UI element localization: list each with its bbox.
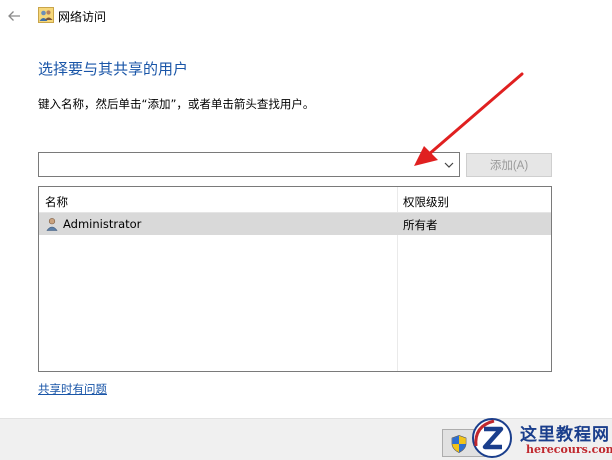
page-heading: 选择要与其共享的用户 bbox=[38, 60, 189, 78]
table-row[interactable]: Administrator 所有者 bbox=[39, 213, 551, 235]
add-button[interactable]: 添加(A) bbox=[466, 153, 552, 177]
table-header: 名称 权限级别 bbox=[39, 187, 551, 213]
column-header-permission[interactable]: 权限级别 bbox=[403, 194, 449, 210]
watermark: 这里教程网 herecours.com bbox=[468, 416, 612, 460]
dropdown-button[interactable] bbox=[439, 153, 459, 176]
shared-users-table[interactable]: 名称 权限级别 Administrator 所有者 bbox=[38, 186, 552, 372]
user-name-combobox[interactable] bbox=[38, 152, 460, 177]
user-icon bbox=[46, 218, 58, 231]
window-title: 网络访问 bbox=[58, 10, 107, 24]
user-name-input[interactable] bbox=[41, 155, 437, 174]
instruction-text: 键入名称，然后单击“添加”，或者单击箭头查找用户。 bbox=[38, 97, 315, 111]
permission-cell[interactable]: 所有者 bbox=[403, 217, 438, 233]
uac-shield-icon bbox=[451, 435, 467, 453]
watermark-url: herecours.com bbox=[526, 443, 612, 456]
network-users-icon bbox=[38, 7, 54, 23]
title-bar: 网络访问 bbox=[0, 0, 612, 32]
watermark-logo bbox=[472, 418, 512, 458]
chevron-down-icon bbox=[444, 162, 454, 168]
watermark-title: 这里教程网 bbox=[520, 425, 610, 445]
back-arrow-icon[interactable] bbox=[6, 8, 22, 24]
sharing-help-link[interactable]: 共享时有问题 bbox=[38, 381, 107, 397]
user-name-cell: Administrator bbox=[63, 217, 142, 231]
column-header-name[interactable]: 名称 bbox=[45, 194, 68, 210]
